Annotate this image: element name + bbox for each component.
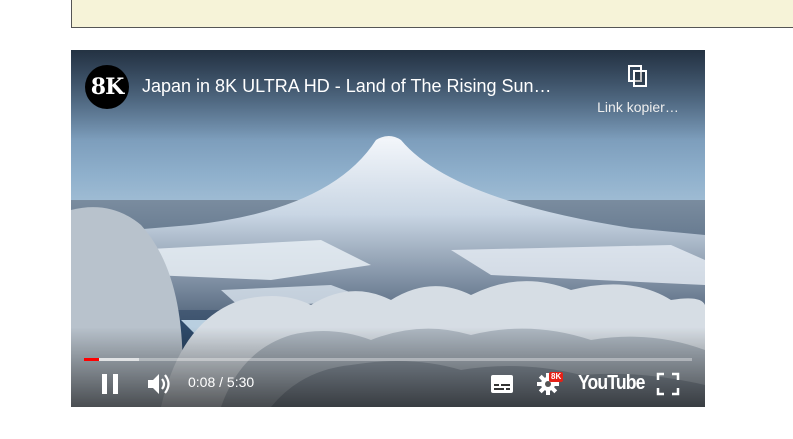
copy-link-label: Link kopier… (597, 99, 679, 115)
subtitles-button[interactable] (489, 372, 515, 396)
fullscreen-button[interactable] (655, 372, 681, 396)
youtube-logo[interactable]: YouTube (578, 372, 645, 395)
progress-played (84, 358, 100, 361)
pause-icon (102, 374, 118, 394)
video-player[interactable]: 8K Japan in 8K ULTRA HD - Land of The Ri… (71, 50, 705, 407)
subtitles-icon (491, 375, 513, 393)
note-box (71, 0, 793, 28)
progress-bar[interactable] (84, 358, 692, 361)
quality-badge: 8K (549, 372, 564, 382)
copy-icon (628, 65, 647, 87)
time-display: 0:08 / 5:30 (188, 374, 255, 390)
mute-button[interactable] (145, 371, 173, 397)
copy-link-button[interactable]: Link kopier… (583, 64, 693, 115)
pause-button[interactable] (99, 370, 121, 398)
video-title-link[interactable]: Japan in 8K ULTRA HD - Land of The Risin… (142, 76, 582, 97)
volume-icon (148, 374, 170, 394)
channel-avatar[interactable]: 8K (85, 65, 129, 109)
fullscreen-icon (656, 372, 680, 396)
